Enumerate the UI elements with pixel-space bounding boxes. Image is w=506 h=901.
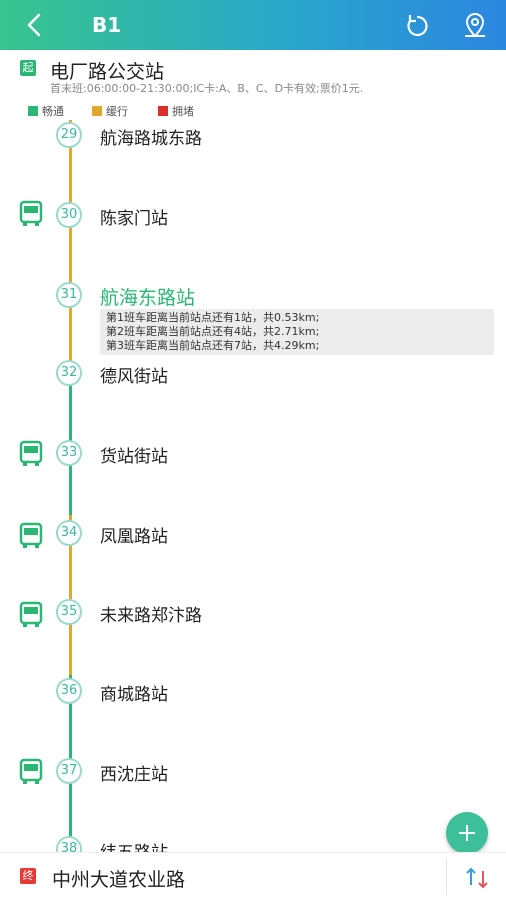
smooth-swatch (28, 106, 38, 116)
bus-icon (19, 440, 43, 466)
divider (446, 859, 447, 895)
bus-icon (19, 522, 43, 548)
slow-swatch (92, 106, 102, 116)
arrival-line: 第3班车距离当前站点还有7站，共4.29km; (106, 339, 320, 352)
legend-label: 畅通 (42, 105, 64, 118)
stop-name[interactable]: 航海路城东路 (100, 124, 202, 149)
stop-number: 29 (56, 122, 82, 148)
arrival-line: 第2班车距离当前站点还有4站，共2.71km; (106, 325, 320, 338)
congested-swatch (158, 106, 168, 116)
stop-number: 35 (56, 599, 82, 625)
stop-number: 36 (56, 678, 82, 704)
legend-item-slow: 缓行 (92, 103, 128, 119)
stop-number: 33 (56, 440, 82, 466)
stop-name[interactable]: 陈家门站 (100, 204, 168, 229)
map-pin-icon[interactable] (460, 11, 490, 41)
start-station: 起 电厂路公交站 首末班:06:00:00-21:30:00;IC卡:A、B、C… (0, 52, 506, 98)
arrival-line: 第1班车距离当前站点还有1站，共0.53km; (106, 311, 320, 324)
back-arrow-icon[interactable] (22, 12, 48, 38)
legend-item-smooth: 畅通 (28, 103, 64, 119)
legend-item-congested: 拥堵 (158, 103, 194, 119)
plus-icon-vertical (466, 825, 468, 841)
bus-icon (19, 758, 43, 784)
stop-name[interactable]: 凤凰路站 (100, 522, 168, 547)
stop-name[interactable]: 西沈庄站 (100, 760, 168, 785)
bus-icon (19, 601, 43, 627)
arrival-info-box: 第1班车距离当前站点还有1站，共0.53km; 第2班车距离当前站点还有4站，共… (100, 309, 494, 355)
stop-number: 32 (56, 360, 82, 386)
bus-icon (19, 200, 43, 226)
end-station: 终 中州大道农业路 (0, 852, 506, 901)
end-badge: 终 (20, 868, 36, 884)
app-header: B1 (0, 0, 506, 50)
legend-label: 缓行 (106, 105, 128, 118)
end-station-name: 中州大道农业路 (52, 869, 186, 891)
stop-number: 38 (56, 836, 82, 852)
stop-name[interactable]: 德风街站 (100, 362, 168, 387)
start-badge: 起 (20, 60, 36, 76)
stop-name[interactable]: 商城路站 (100, 680, 168, 705)
route-timeline: 29 航海路城东路 30 陈家门站 31 航海东路站 第1班车距离当前站点还有1… (0, 120, 506, 852)
traffic-legend: 畅通 缓行 拥堵 (0, 103, 506, 119)
stop-name[interactable]: 纬五路站 (100, 838, 168, 852)
refresh-icon[interactable] (402, 11, 432, 41)
page-title: B1 (92, 13, 122, 37)
current-stop-name[interactable]: 航海东路站 (100, 283, 195, 310)
stop-number: 30 (56, 202, 82, 228)
swap-icon[interactable] (464, 865, 490, 891)
stop-number: 37 (56, 758, 82, 784)
stop-name[interactable]: 未来路郑汴路 (100, 601, 202, 626)
stop-name[interactable]: 货站街站 (100, 442, 168, 467)
legend-label: 拥堵 (172, 105, 194, 118)
add-button[interactable] (446, 812, 488, 854)
stop-number: 34 (56, 520, 82, 546)
stop-number: 31 (56, 282, 82, 308)
schedule-info: 首末班:06:00:00-21:30:00;IC卡:A、B、C、D卡有效;票价1… (50, 82, 364, 95)
